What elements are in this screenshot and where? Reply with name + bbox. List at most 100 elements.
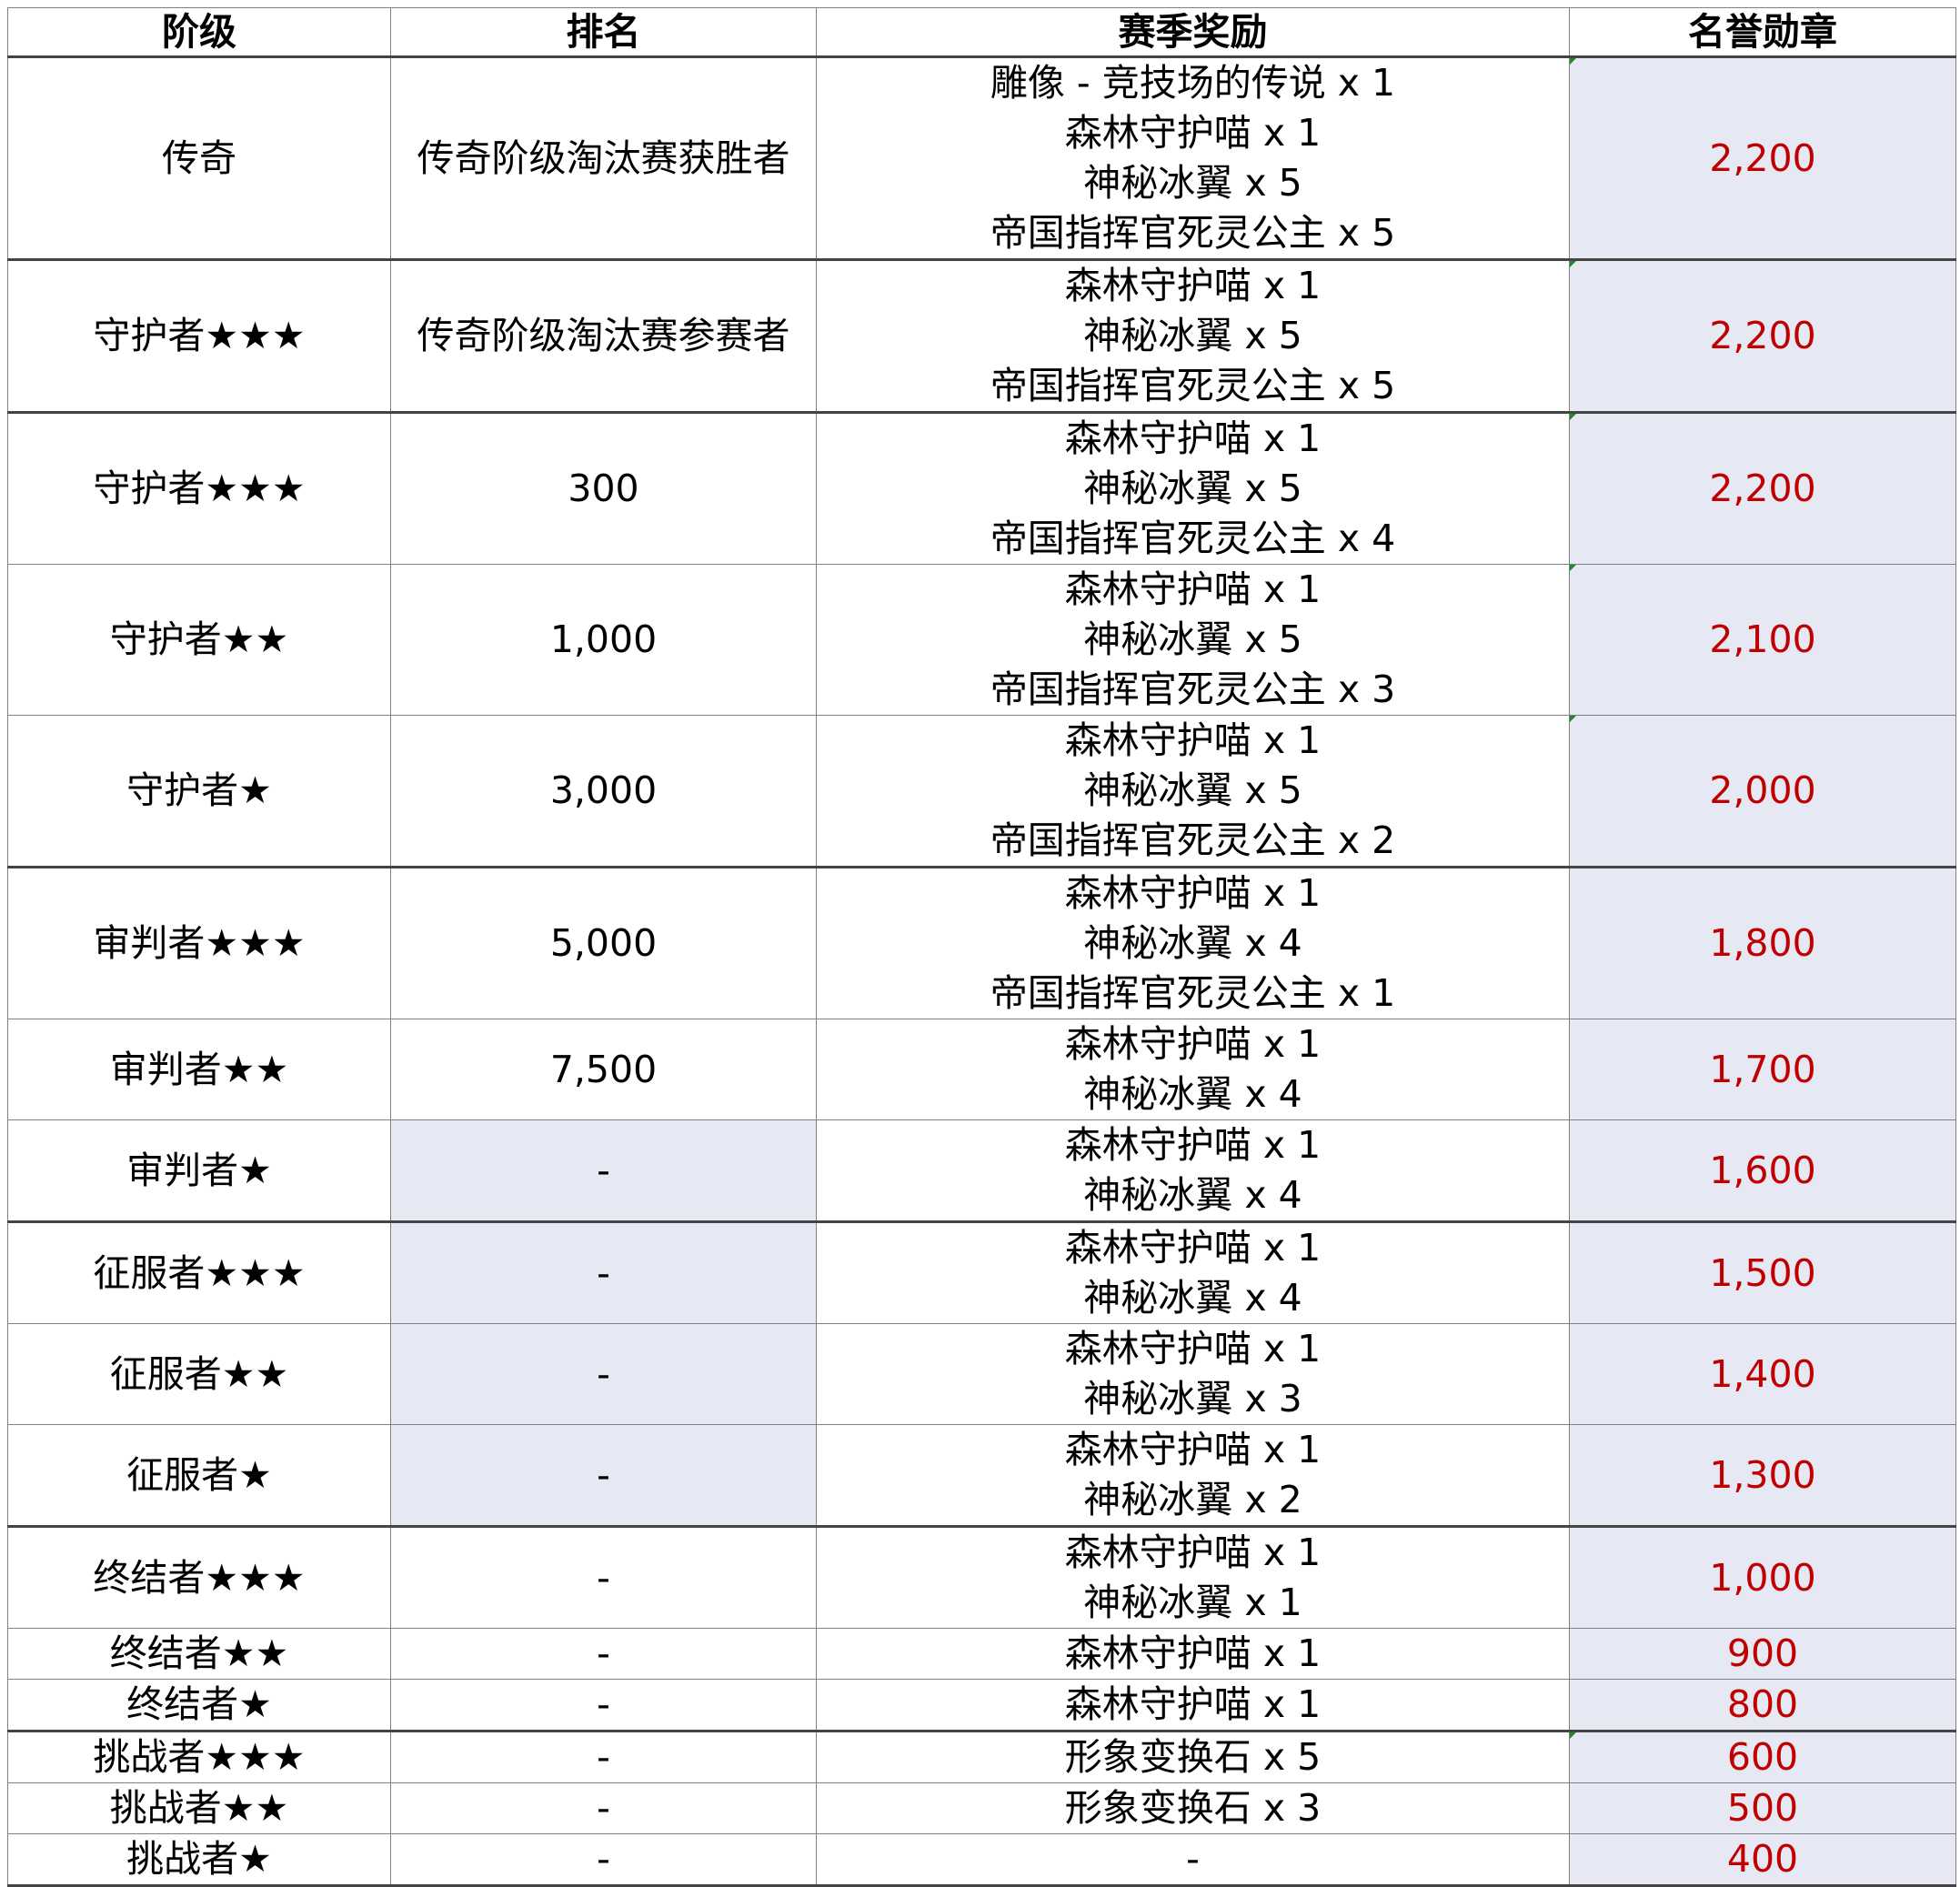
- table-row: 挑战者★★★ - 形象变换石 x 5 600: [7, 1730, 1956, 1783]
- tier-cell: 终结者★★★: [7, 1525, 391, 1629]
- reward-item: 雕像 - 竞技场的传说 x 1: [990, 61, 1396, 105]
- header-rewards: 赛季奖励: [816, 7, 1570, 57]
- table-row: 终结者★★★ - 森林守护喵 x 1 神秘冰翼 x 1 1,000: [7, 1525, 1956, 1629]
- tier-cell: 守护者★★: [7, 564, 391, 716]
- rank-cell: -: [390, 1628, 817, 1680]
- cell-comment-marker: [1570, 716, 1576, 722]
- tier-cell: 挑战者★★★: [7, 1730, 391, 1783]
- reward-item: 森林守护喵 x 1: [1064, 264, 1322, 307]
- table-row: 传奇 传奇阶级淘汰赛获胜者 雕像 - 竞技场的传说 x 1 森林守护喵 x 1 神秘冰翼…: [7, 55, 1956, 260]
- medal-value: 800: [1726, 1682, 1799, 1726]
- rank-cell: 传奇阶级淘汰赛参赛者: [390, 258, 817, 413]
- reward-item: 森林守护喵 x 1: [1064, 1327, 1322, 1370]
- table-row: 审判者★★★ 5,000 森林守护喵 x 1 神秘冰翼 x 4 帝国指挥官死灵公主 x …: [7, 866, 1956, 1019]
- rewards-cell: 雕像 - 竞技场的传说 x 1 森林守护喵 x 1 神秘冰翼 x 5 帝国指挥官死灵公…: [816, 55, 1570, 260]
- medal-value: 2,200: [1709, 314, 1816, 357]
- reward-item: 神秘冰翼 x 3: [1083, 1377, 1302, 1420]
- table-row: 守护者★★ 1,000 森林守护喵 x 1 神秘冰翼 x 5 帝国指挥官死灵公主 x 3…: [7, 564, 1956, 716]
- reward-item: 神秘冰翼 x 5: [1083, 768, 1302, 812]
- reward-item: 帝国指挥官死灵公主 x 3: [990, 667, 1396, 711]
- reward-item: 神秘冰翼 x 5: [1083, 617, 1302, 661]
- table-body: 传奇 传奇阶级淘汰赛获胜者 雕像 - 竞技场的传说 x 1 森林守护喵 x 1 神秘冰翼…: [7, 55, 1956, 1887]
- rank-cell: -: [390, 1323, 817, 1425]
- reward-item: 帝国指挥官死灵公主 x 2: [990, 818, 1396, 862]
- rewards-cell: 形象变换石 x 5: [816, 1730, 1570, 1783]
- rewards-cell: 森林守护喵 x 1 神秘冰翼 x 5 帝国指挥官死灵公主 x 3: [816, 564, 1570, 716]
- medal-cell: 1,300: [1569, 1424, 1956, 1527]
- medal-value: 2,000: [1709, 768, 1816, 812]
- reward-item: 神秘冰翼 x 4: [1083, 921, 1302, 965]
- rewards-cell: 森林守护喵 x 1 神秘冰翼 x 3: [816, 1323, 1570, 1425]
- medal-cell: 800: [1569, 1679, 1956, 1731]
- reward-item: 形象变换石 x 5: [1064, 1735, 1322, 1779]
- tier-cell: 终结者★★: [7, 1628, 391, 1680]
- medal-cell: 900: [1569, 1628, 1956, 1680]
- medal-cell: 600: [1569, 1730, 1956, 1783]
- tier-cell: 守护者★: [7, 715, 391, 868]
- cell-comment-marker: [1570, 415, 1576, 420]
- table-row: 征服者★ - 森林守护喵 x 1 神秘冰翼 x 2 1,300: [7, 1424, 1956, 1527]
- tier-cell: 审判者★★: [7, 1019, 391, 1120]
- reward-item: 帝国指挥官死灵公主 x 5: [990, 364, 1396, 407]
- rank-cell: 3,000: [390, 715, 817, 868]
- table-row: 征服者★★ - 森林守护喵 x 1 神秘冰翼 x 3 1,400: [7, 1323, 1956, 1425]
- reward-item: 森林守护喵 x 1: [1064, 1123, 1322, 1167]
- medal-cell: 400: [1569, 1833, 1956, 1887]
- rank-cell: 传奇阶级淘汰赛获胜者: [390, 55, 817, 260]
- tier-cell: 终结者★: [7, 1679, 391, 1731]
- reward-item: 帝国指挥官死灵公主 x 5: [990, 211, 1396, 255]
- medal-value: 600: [1726, 1735, 1799, 1779]
- rank-cell: 300: [390, 411, 817, 565]
- rewards-cell: 森林守护喵 x 1 神秘冰翼 x 5 帝国指挥官死灵公主 x 4: [816, 411, 1570, 565]
- header-rank: 排名: [390, 7, 817, 57]
- tier-cell: 守护者★★★: [7, 411, 391, 565]
- medal-cell: 1,800: [1569, 866, 1956, 1019]
- rewards-cell: 森林守护喵 x 1 神秘冰翼 x 4 帝国指挥官死灵公主 x 1: [816, 866, 1570, 1019]
- tier-cell: 征服者★: [7, 1424, 391, 1527]
- table-row: 终结者★ - 森林守护喵 x 1 800: [7, 1679, 1956, 1731]
- rewards-cell: 形象变换石 x 3: [816, 1782, 1570, 1834]
- tier-cell: 挑战者★: [7, 1833, 391, 1887]
- medal-cell: 1,500: [1569, 1220, 1956, 1324]
- tier-cell: 征服者★★★: [7, 1220, 391, 1324]
- reward-item: 神秘冰翼 x 5: [1083, 467, 1302, 510]
- table-row: 守护者★★★ 传奇阶级淘汰赛参赛者 森林守护喵 x 1 神秘冰翼 x 5 帝国指挥官死灵…: [7, 258, 1956, 413]
- rank-cell: 1,000: [390, 564, 817, 716]
- cell-comment-marker: [1570, 59, 1576, 65]
- reward-item: 森林守护喵 x 1: [1064, 718, 1322, 762]
- medal-cell: 2,100: [1569, 564, 1956, 716]
- tier-cell: 挑战者★★: [7, 1782, 391, 1834]
- reward-item: 形象变换石 x 3: [1064, 1786, 1322, 1830]
- reward-item: 帝国指挥官死灵公主 x 4: [990, 517, 1396, 560]
- reward-item: 神秘冰翼 x 4: [1083, 1072, 1302, 1116]
- medal-value: 900: [1726, 1631, 1799, 1675]
- medal-value: 2,200: [1709, 467, 1816, 510]
- reward-item: 森林守护喵 x 1: [1064, 871, 1322, 915]
- reward-item: 森林守护喵 x 1: [1064, 1022, 1322, 1066]
- reward-item: 森林守护喵 x 1: [1064, 1682, 1322, 1726]
- tier-cell: 传奇: [7, 55, 391, 260]
- reward-item: 神秘冰翼 x 5: [1083, 314, 1302, 357]
- reward-item: 森林守护喵 x 1: [1064, 1631, 1322, 1675]
- cell-comment-marker: [1570, 1733, 1576, 1739]
- reward-item: 神秘冰翼 x 5: [1083, 161, 1302, 205]
- table-row: 挑战者★ - -400: [7, 1833, 1956, 1887]
- rank-cell: -: [390, 1833, 817, 1887]
- reward-item: 森林守护喵 x 1: [1064, 1428, 1322, 1471]
- rank-cell: -: [390, 1782, 817, 1834]
- table-row: 审判者★ - 森林守护喵 x 1 神秘冰翼 x 4 1,600: [7, 1119, 1956, 1222]
- medal-cell: 2,200: [1569, 411, 1956, 565]
- table-row: 终结者★★ - 森林守护喵 x 1 900: [7, 1628, 1956, 1680]
- rewards-cell: 森林守护喵 x 1 神秘冰翼 x 5 帝国指挥官死灵公主 x 5: [816, 258, 1570, 413]
- rewards-cell: 森林守护喵 x 1 神秘冰翼 x 2: [816, 1424, 1570, 1527]
- medal-value: 400: [1726, 1837, 1799, 1881]
- medal-cell: 500: [1569, 1782, 1956, 1834]
- medal-cell: 1,600: [1569, 1119, 1956, 1222]
- rank-cell: -: [390, 1220, 817, 1324]
- tier-cell: 守护者★★★: [7, 258, 391, 413]
- header-tier: 阶级: [7, 7, 391, 57]
- reward-item: 神秘冰翼 x 4: [1083, 1173, 1302, 1217]
- medal-value: 1,000: [1709, 1555, 1816, 1600]
- season-rewards-table: 阶级 排名 赛季奖励 名誉勋章 传奇 传奇阶级淘汰赛获胜者 雕像 - 竞技场的传说 …: [7, 7, 1956, 1887]
- table-row: 审判者★★ 7,500 森林守护喵 x 1 神秘冰翼 x 4 1,700: [7, 1019, 1956, 1120]
